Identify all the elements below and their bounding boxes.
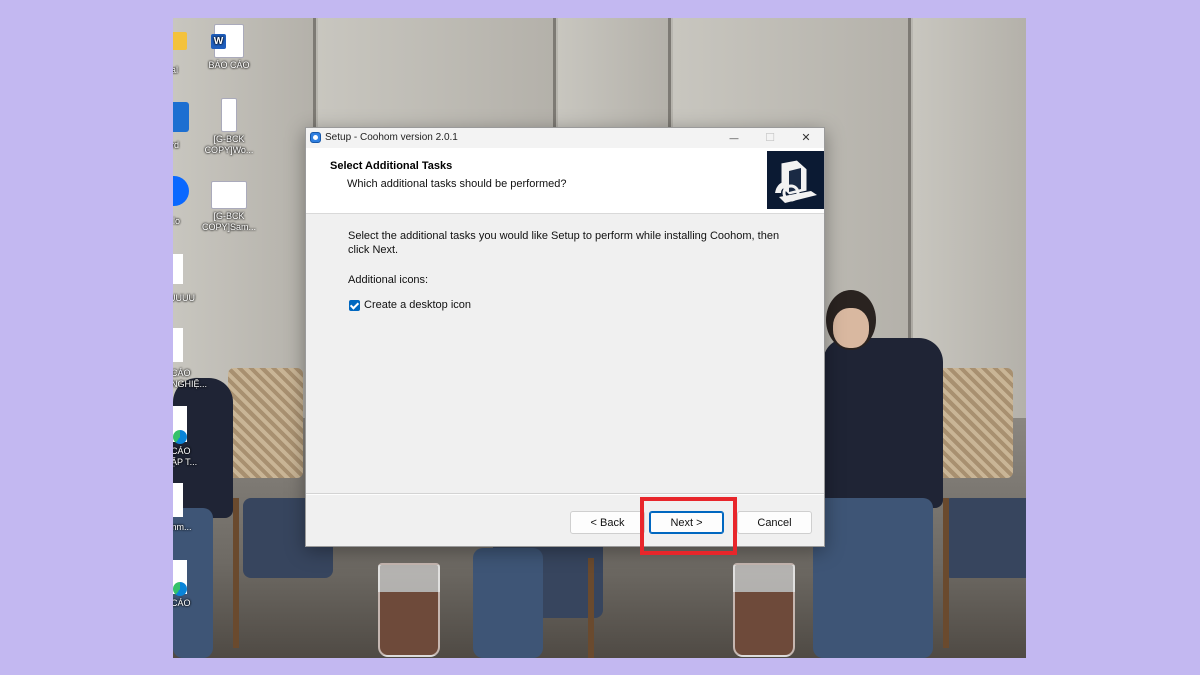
minimize-button[interactable]: —	[716, 128, 752, 148]
desktop-icon-label: BÁO CÁO	[208, 60, 250, 70]
edge-browser-icon	[173, 582, 187, 596]
page-subtitle: Which additional tasks should be perform…	[347, 178, 567, 190]
document-icon[interactable]	[173, 328, 183, 362]
edge-icon-label: CÁO ẬP T...	[173, 446, 198, 467]
edge-icon-label: CÁO	[173, 598, 191, 608]
title-bar[interactable]: Setup - Coohom version 2.0.1 — ☐ ✕	[306, 128, 824, 148]
wizard-body: Select the additional tasks you would li…	[306, 214, 824, 494]
back-button[interactable]: < Back	[570, 511, 645, 534]
document-edge-icon[interactable]	[173, 406, 187, 444]
setup-app-icon	[310, 132, 321, 143]
desktop-icon-bao-cao[interactable]: W BÁO CÁO	[199, 24, 259, 71]
coohom-logo-icon	[767, 151, 824, 209]
document-icon[interactable]	[173, 483, 183, 517]
desktop-icon-label: [G-BCK COPY]Wo...	[204, 134, 254, 155]
instructions-text: Select the additional tasks you would li…	[348, 230, 780, 256]
desktop-icon-checkbox[interactable]	[349, 299, 360, 311]
edge-icon-label: al	[173, 65, 179, 75]
edge-icon-label: CÁO NGHIỆ...	[173, 368, 208, 389]
edge-icon-label: rd	[173, 140, 180, 150]
word-document-icon: W	[211, 24, 244, 58]
spreadsheet-icon	[211, 181, 247, 209]
edge-icon-label: lo	[173, 216, 181, 226]
wizard-header: Select Additional Tasks Which additional…	[306, 148, 824, 214]
close-button[interactable]: ✕	[788, 128, 824, 148]
edge-icon-label: UUUU	[173, 293, 195, 303]
page-title: Select Additional Tasks	[330, 160, 453, 172]
additional-icons-label: Additional icons:	[348, 274, 429, 286]
window-title: Setup - Coohom version 2.0.1	[325, 132, 458, 143]
folder-icon[interactable]	[173, 32, 187, 50]
desktop-icon-gbck-copy-sam[interactable]: [G-BCK COPY]Sam...	[199, 181, 259, 233]
desktop-icon-option[interactable]: Create a desktop icon	[349, 298, 471, 312]
next-button-highlight	[640, 497, 737, 555]
document-icon	[221, 98, 237, 132]
document-icon[interactable]	[173, 254, 183, 284]
setup-dialog: Setup - Coohom version 2.0.1 — ☐ ✕ Selec…	[305, 127, 825, 547]
edge-browser-icon	[173, 430, 187, 444]
cancel-button[interactable]: Cancel	[737, 511, 812, 534]
desktop-icon-gbck-copy-wo[interactable]: [G-BCK COPY]Wo...	[199, 98, 259, 156]
maximize-button[interactable]: ☐	[752, 128, 788, 148]
edge-icon-label: mm...	[173, 522, 192, 532]
checkbox-label: Create a desktop icon	[364, 299, 472, 311]
document-edge-icon[interactable]	[173, 560, 187, 596]
desktop-icon-label: [G-BCK COPY]Sam...	[201, 211, 256, 232]
app-icon[interactable]	[173, 102, 189, 132]
